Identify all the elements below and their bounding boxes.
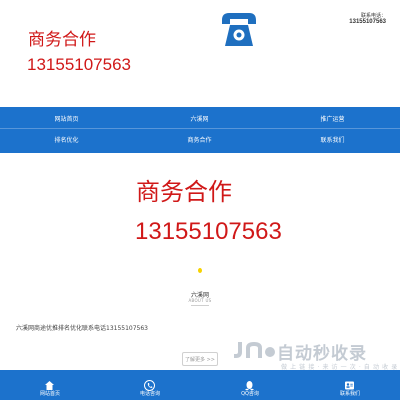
nav-item-home[interactable]: 网站首页 xyxy=(0,114,133,123)
phone-icon xyxy=(144,376,155,391)
footer-home-label: 网站首页 xyxy=(39,391,60,397)
footer-contact-label: 联系我们 xyxy=(339,391,360,397)
nav-item-contact[interactable]: 联系我们 xyxy=(266,135,399,144)
nav-item-promotion[interactable]: 推广运营 xyxy=(266,114,399,123)
footer-contact-button[interactable]: 联系我们 xyxy=(300,370,400,400)
telephone-icon[interactable] xyxy=(219,10,259,50)
footer-phone-label: 电话咨询 xyxy=(139,391,160,397)
contact-card-icon xyxy=(344,376,355,390)
footer-home-button[interactable]: 网站首页 xyxy=(0,370,100,400)
about-text: 六溪网商途优推排名优化联系电话13155107563 xyxy=(16,325,148,332)
footer-qq-button[interactable]: QQ咨询 xyxy=(200,370,300,400)
nav-item-seo[interactable]: 排名优化 xyxy=(0,135,133,144)
qq-icon xyxy=(244,376,255,391)
home-icon xyxy=(44,376,55,390)
footer-qq-label: QQ咨询 xyxy=(241,391,259,397)
about-underline xyxy=(191,305,209,306)
learn-more-button[interactable]: 了解更多 >> xyxy=(182,352,218,366)
main-promo-phone: 13155107563 xyxy=(135,218,282,245)
main-promo-title: 商务合作 xyxy=(136,178,232,206)
header-promo-title: 商务合作 xyxy=(28,30,96,50)
footer-phone-button[interactable]: 电话咨询 xyxy=(100,370,200,400)
nav-divider xyxy=(0,128,400,129)
watermark-text: 自动秒收录 xyxy=(277,344,367,364)
nav-item-business[interactable]: 商务合作 xyxy=(133,135,266,144)
contact-phone[interactable]: 13155107563 xyxy=(349,19,386,25)
watermark-logo-icon xyxy=(232,338,276,362)
header-promo-phone: 13155107563 xyxy=(27,55,132,74)
contact-label: 联系电话： xyxy=(360,13,386,19)
about-subtitle: ABOUT US xyxy=(188,298,212,303)
nav-item-liuxi[interactable]: 六溪网 xyxy=(133,114,266,123)
decorative-dot xyxy=(198,268,202,273)
